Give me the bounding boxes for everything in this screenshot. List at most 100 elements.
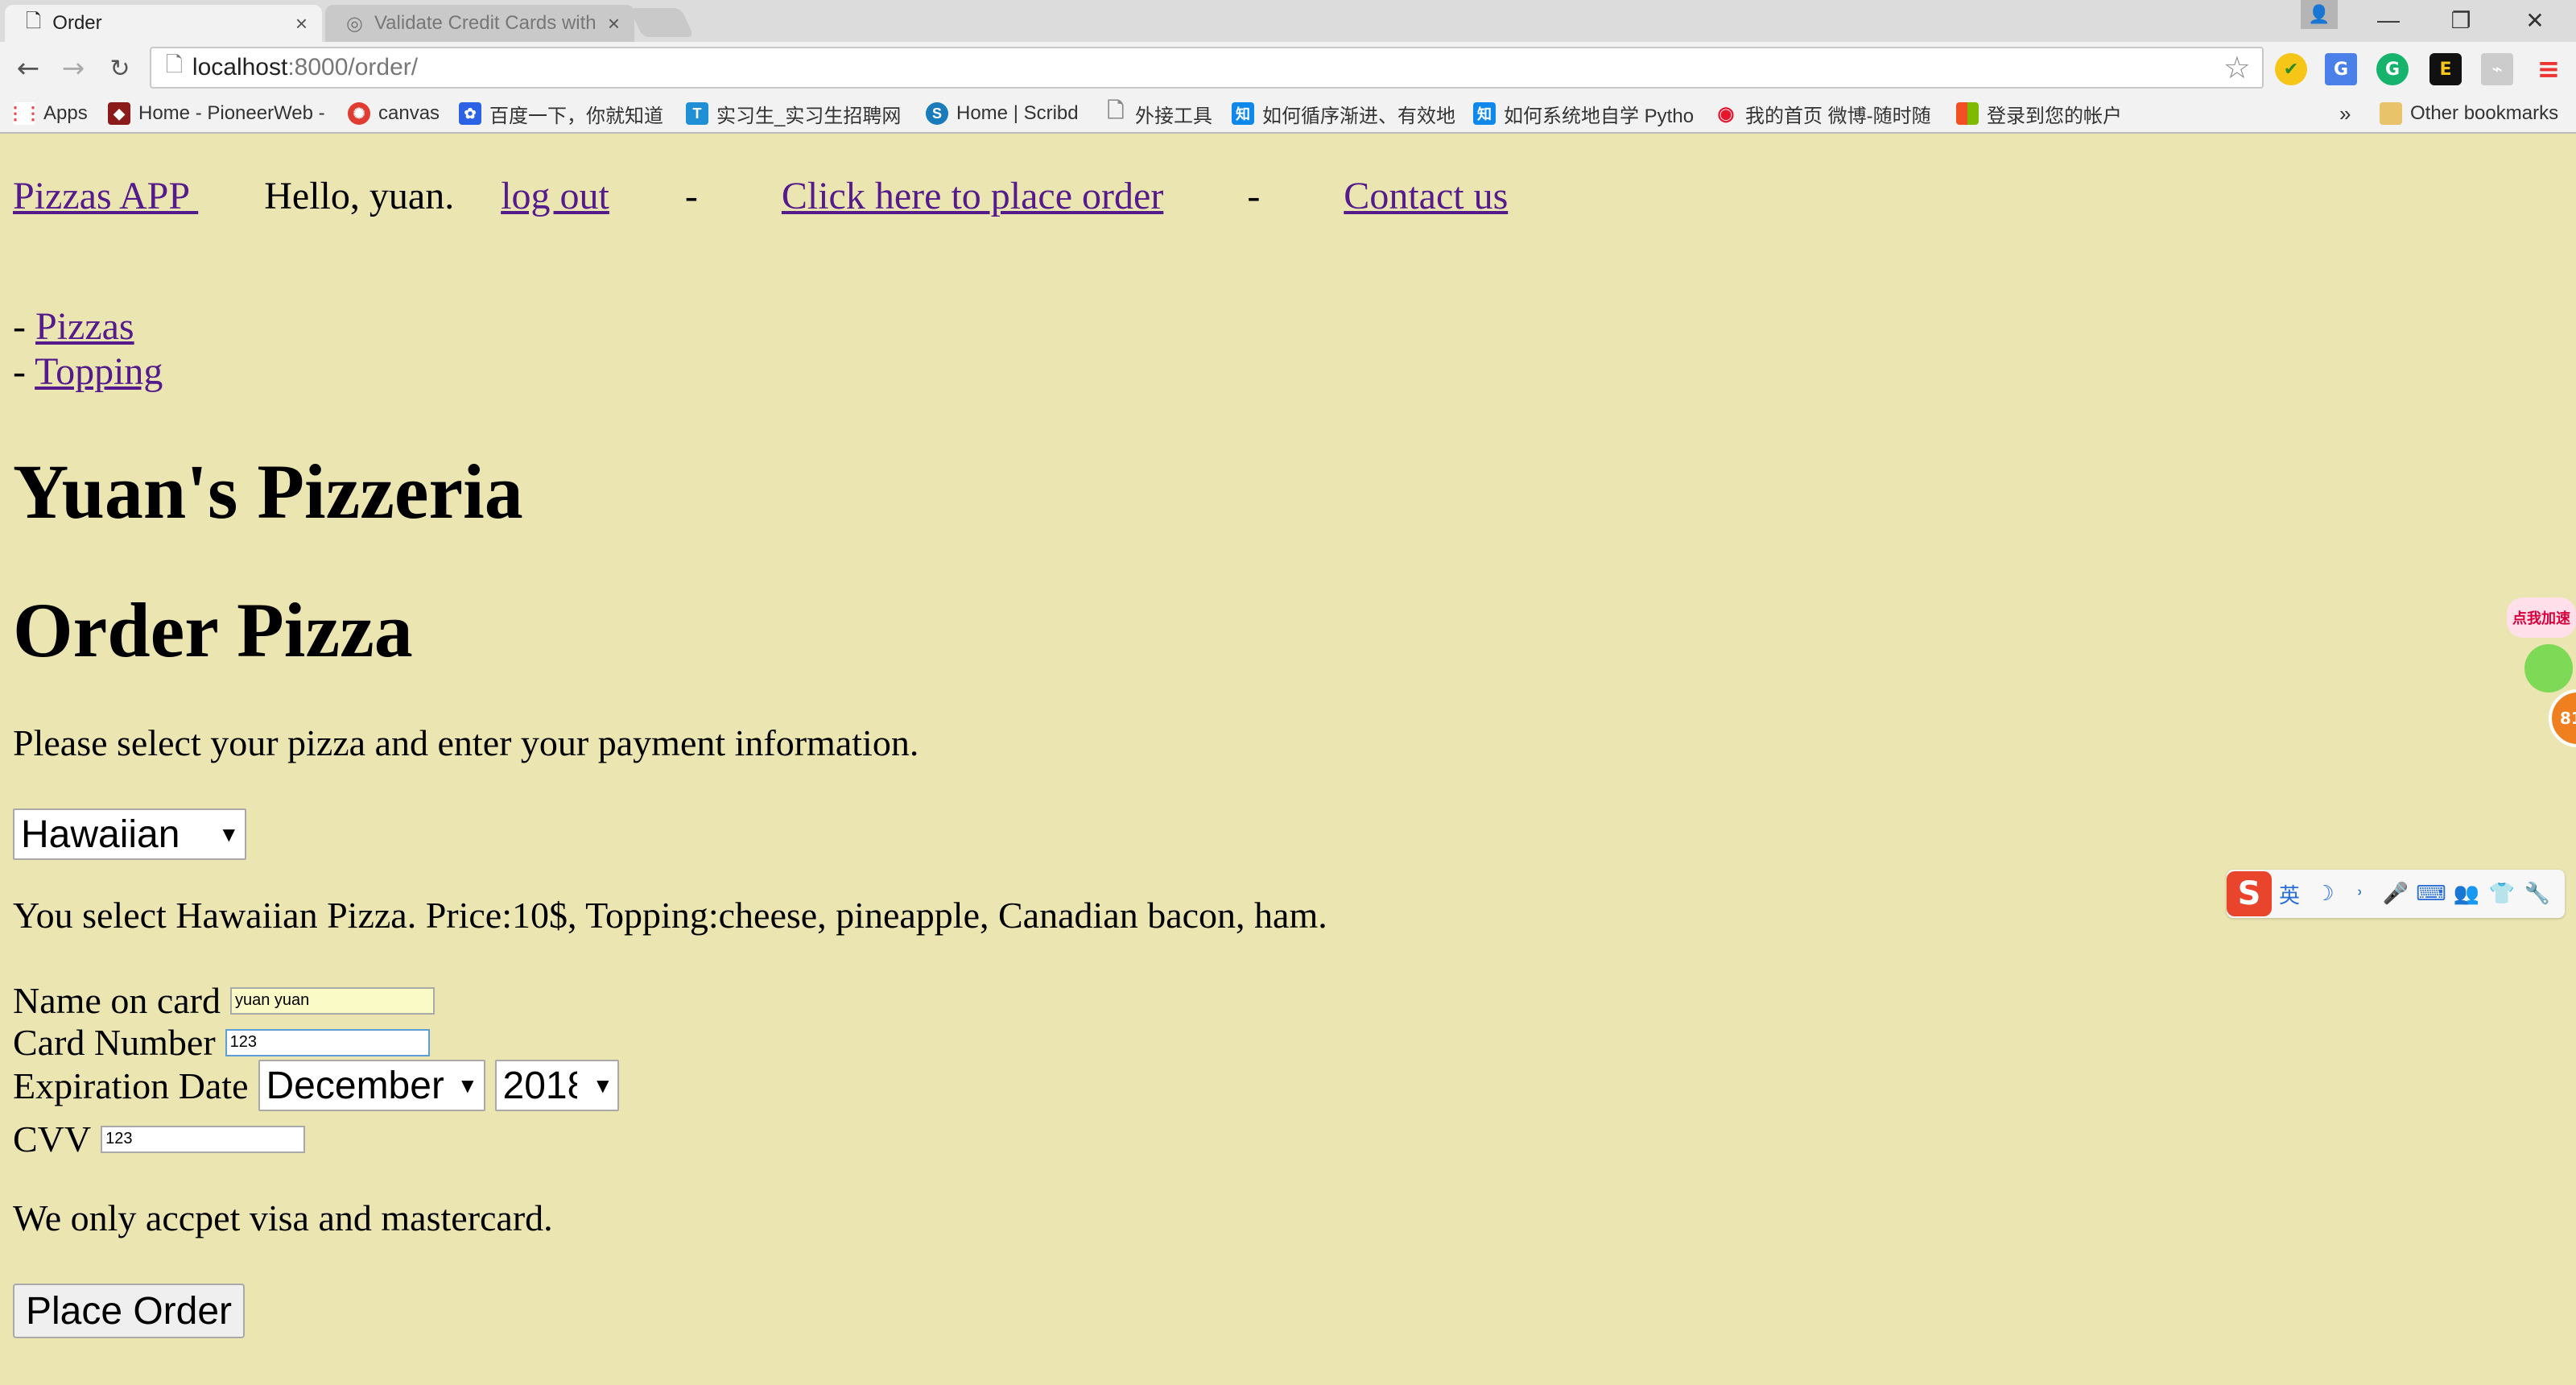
speed-value-ball[interactable]: 81 xyxy=(2549,689,2576,747)
microphone-icon[interactable]: 🎤 xyxy=(2378,882,2413,906)
logout-link[interactable]: log out xyxy=(501,175,609,217)
close-window-button[interactable]: ✕ xyxy=(2499,0,2571,40)
pizzas-app-link[interactable]: Pizzas APP xyxy=(13,175,198,217)
bookmark-label: Home | Scribd xyxy=(956,102,1079,124)
name-on-card-row: Name on card xyxy=(13,979,435,1022)
bookmark-pioneerweb[interactable]: ◆ Home - PioneerWeb - xyxy=(108,95,330,132)
bookmark-label: Apps xyxy=(43,102,88,124)
baidu-paw-icon: ✿ xyxy=(459,102,481,125)
bookmark-waijie-gongju[interactable]: 🗋 外接工具 xyxy=(1104,95,1212,132)
month-select-wrapper: December ▼ xyxy=(258,1060,485,1111)
grammarly-icon[interactable]: G xyxy=(2376,53,2409,85)
mascot-icon xyxy=(2524,644,2573,692)
cvv-input[interactable] xyxy=(101,1125,306,1153)
intro-text: Please select your pizza and enter your … xyxy=(13,722,919,763)
forward-arrow-icon[interactable]: → xyxy=(53,50,93,87)
expiration-date-label: Expiration Date xyxy=(13,1065,249,1106)
bookmark-weibo[interactable]: ◉ 我的首页 微博-随时随 xyxy=(1715,95,1937,132)
contact-us-link[interactable]: Contact us xyxy=(1344,175,1508,217)
expiration-date-row: Expiration Date December ▼ 2018 ▼ xyxy=(13,1060,619,1111)
profile-icon[interactable]: 👤 xyxy=(2301,0,2338,29)
shixi-icon: T xyxy=(686,102,708,125)
browser-toolbar: ← → ↻ 🗋 localhost:8000/order/ ☆ ✔ G G E … xyxy=(0,42,2576,95)
card-number-row: Card Number xyxy=(13,1021,430,1064)
bookmark-scribd[interactable]: S Home | Scribd xyxy=(926,95,1079,132)
address-bar[interactable]: 🗋 localhost:8000/order/ ☆ xyxy=(150,47,2264,89)
speed-up-badge[interactable]: 点我加速 xyxy=(2507,597,2576,638)
page-content: Pizzas APP Hello, yuan. log out - Click … xyxy=(0,134,2576,1385)
bullet-dash: - xyxy=(13,350,35,393)
card-number-input[interactable] xyxy=(225,1028,430,1056)
back-arrow-icon[interactable]: ← xyxy=(8,50,48,87)
subnav-item-topping: - Topping xyxy=(13,349,163,395)
place-order-button[interactable]: Place Order xyxy=(13,1284,245,1338)
bookmark-microsoft-login[interactable]: 登录到您的帐户 xyxy=(1956,95,2122,132)
url-host: localhost xyxy=(192,54,288,81)
page-icon: 🗋 xyxy=(166,52,183,76)
other-bookmarks-label: Other bookmarks xyxy=(2410,102,2559,124)
page-icon: 🗋 xyxy=(1107,98,1125,122)
selection-summary: You select Hawaiian Pizza. Price:10$, To… xyxy=(13,895,1327,936)
pizza-select[interactable]: Hawaiian xyxy=(13,808,246,860)
bookmark-zhihu-1[interactable]: 知 如何循序渐进、有效地 xyxy=(1232,95,1460,132)
pizzas-link[interactable]: Pizzas xyxy=(35,305,134,348)
close-tab-icon[interactable]: × xyxy=(295,11,308,36)
folder-icon xyxy=(2380,102,2402,125)
bookmark-star-icon[interactable]: ☆ xyxy=(2223,50,2251,86)
reload-icon[interactable]: ↻ xyxy=(100,50,140,87)
name-on-card-input[interactable] xyxy=(230,986,435,1015)
skin-shirt-icon[interactable]: 👕 xyxy=(2484,882,2520,906)
card-type-note: We only accpet visa and mastercard. xyxy=(13,1197,553,1238)
speed-up-widget[interactable]: 点我加速 81 xyxy=(2500,596,2576,757)
bookmark-zhihu-2[interactable]: 知 如何系统地自学 Pytho xyxy=(1473,95,1697,132)
bookmark-shixisheng[interactable]: T 实习生_实习生招聘网 xyxy=(686,95,903,132)
ime-toolbar: S 英 ☽ ˒ 🎤 ⌨ 👥 👕 🔧 xyxy=(2227,870,2565,918)
tab-strip: 🗋 Order × ◎ Validate Credit Cards with ×… xyxy=(0,0,2576,42)
tab-validate-credit-cards[interactable]: ◎ Validate Credit Cards with × xyxy=(325,5,634,42)
moon-icon[interactable]: ☽ xyxy=(2307,882,2343,906)
card-number-label: Card Number xyxy=(13,1022,216,1063)
pdf-icon[interactable]: ⌁ xyxy=(2481,53,2513,85)
minimize-button[interactable]: — xyxy=(2352,0,2425,40)
cvv-label: CVV xyxy=(13,1118,92,1160)
tab-label: Order xyxy=(52,12,102,34)
name-on-card-label: Name on card xyxy=(13,980,221,1021)
place-order-link[interactable]: Click here to place order xyxy=(782,175,1163,217)
bullet-dash: - xyxy=(13,305,35,348)
pizzeria-title: Yuan's Pizzeria xyxy=(13,449,523,535)
extension-e-icon[interactable]: E xyxy=(2429,53,2462,85)
ime-mode-toggle[interactable]: 英 xyxy=(2272,879,2307,909)
order-pizza-heading: Order Pizza xyxy=(13,587,413,673)
new-tab-button[interactable] xyxy=(629,8,695,37)
user-icon[interactable]: 👥 xyxy=(2449,882,2484,906)
bookmark-label: 我的首页 微博-随时随 xyxy=(1745,105,1931,127)
keyboard-icon[interactable]: ⌨ xyxy=(2413,882,2449,906)
tab-order[interactable]: 🗋 Order × xyxy=(5,5,322,42)
bookmark-label: 登录到您的帐户 xyxy=(1987,105,2122,127)
bookmark-canvas[interactable]: ✺ canvas xyxy=(348,95,440,132)
sub-navigation: - Pizzas - Topping xyxy=(13,304,163,395)
wrench-icon[interactable]: 🔧 xyxy=(2520,882,2555,906)
bookmark-label: 实习生_实习生招聘网 xyxy=(716,105,902,127)
close-tab-icon[interactable]: × xyxy=(608,11,620,36)
url-path: :8000/order/ xyxy=(287,54,419,81)
cvv-row: CVV xyxy=(13,1118,306,1160)
bookmark-apps[interactable]: ⋮⋮ Apps xyxy=(13,95,88,132)
google-translate-icon[interactable]: G xyxy=(2325,53,2357,85)
bookmarks-overflow-button[interactable]: » xyxy=(2339,95,2351,132)
pizza-select-wrapper: Hawaiian ▼ xyxy=(13,808,246,860)
extension-check-icon[interactable]: ✔ xyxy=(2275,53,2307,85)
sogou-logo-icon[interactable]: S xyxy=(2227,871,2272,916)
subnav-item-pizzas: - Pizzas xyxy=(13,304,163,349)
apps-grid-icon: ⋮⋮ xyxy=(13,102,42,125)
bookmarks-bar: ⋮⋮ Apps ◆ Home - PioneerWeb - ✺ canvas ✿… xyxy=(0,95,2576,134)
topping-link[interactable]: Topping xyxy=(35,350,163,393)
expiration-month-select[interactable]: December xyxy=(258,1060,485,1111)
tab-label: Validate Credit Cards with xyxy=(374,12,597,34)
punctuation-icon[interactable]: ˒ xyxy=(2343,882,2378,906)
menu-icon[interactable]: ≡ xyxy=(2533,53,2565,85)
bookmark-baidu[interactable]: ✿ 百度一下，你就知道 xyxy=(459,95,670,132)
restore-button[interactable]: ❐ xyxy=(2425,0,2497,40)
other-bookmarks[interactable]: Other bookmarks xyxy=(2380,95,2558,132)
year-select-wrapper: 2018 ▼ xyxy=(494,1060,619,1111)
